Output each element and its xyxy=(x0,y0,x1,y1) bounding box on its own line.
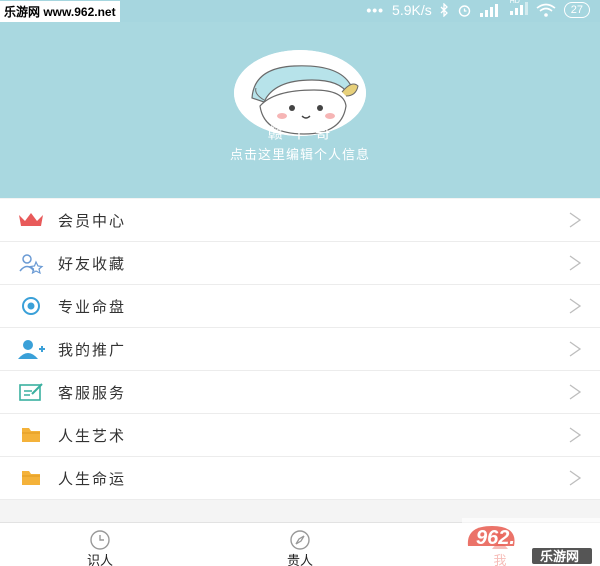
menu-item-label: 会员中心 xyxy=(58,211,127,230)
menu-item-professional-chart[interactable]: 专业命盘 xyxy=(0,285,600,328)
compass-icon xyxy=(290,530,310,550)
notification-dots: ••• xyxy=(366,2,385,18)
chevron-right-icon xyxy=(569,341,582,357)
crown-icon xyxy=(17,209,45,231)
chevron-right-icon xyxy=(569,427,582,443)
bluetooth-icon xyxy=(440,3,448,17)
folder-icon xyxy=(17,424,45,446)
edit-icon xyxy=(17,381,45,403)
chevron-right-icon xyxy=(569,298,582,314)
username[interactable]: 赣 丨 哥 xyxy=(0,122,600,143)
menu-item-label: 人生命运 xyxy=(58,469,127,488)
menu-item-label: 好友收藏 xyxy=(58,254,127,273)
battery-indicator: 27 xyxy=(563,2,590,18)
watermark-bottom-text: 乐游网 xyxy=(540,549,579,565)
network-speed: 5.9K/s xyxy=(392,2,432,18)
friends-icon xyxy=(17,252,45,274)
watermark-label: 乐游网 www.962.net xyxy=(0,1,120,22)
menu-item-customer-service[interactable]: 客服服务 xyxy=(0,371,600,414)
edit-profile-hint[interactable]: 点击这里编辑个人信息 xyxy=(0,144,600,163)
menu-item-label: 专业命盘 xyxy=(58,297,127,316)
menu-item-label: 客服服务 xyxy=(58,383,127,402)
chevron-right-icon xyxy=(569,255,582,271)
signal-hd: HD xyxy=(509,0,528,18)
tab-label: 识人 xyxy=(86,554,113,566)
folder-icon xyxy=(17,467,45,489)
hd-label: HD xyxy=(509,0,520,5)
chevron-right-icon xyxy=(569,384,582,400)
menu-item-vip-center[interactable]: 会员中心 xyxy=(0,199,600,242)
menu-item-label: 我的推广 xyxy=(58,340,127,359)
watermark-top-text: 962.NET xyxy=(476,527,557,549)
menu-list: 会员中心 好友收藏 专业命盘 我的推广 客服服务 人生艺术 人生命运 xyxy=(0,199,600,500)
watermark-logo: 962.NET 乐游网 xyxy=(462,518,600,566)
status-bar: 乐游网 www.962.net ••• 5.9K/s HD 27 xyxy=(0,0,600,22)
clock-icon xyxy=(90,530,110,550)
profile-header[interactable]: 赣 丨 哥 点击这里编辑个人信息 xyxy=(0,22,600,198)
tab-label: 贵人 xyxy=(286,554,313,566)
status-icons: ••• 5.9K/s HD 27 xyxy=(366,0,590,18)
menu-item-friends-favorites[interactable]: 好友收藏 xyxy=(0,242,600,285)
menu-item-my-promotion[interactable]: 我的推广 xyxy=(0,328,600,371)
watermark-logo-icon: 962.NET 乐游网 xyxy=(462,518,600,566)
menu-item-life-art[interactable]: 人生艺术 xyxy=(0,414,600,457)
alarm-icon xyxy=(458,4,470,17)
menu-item-label: 人生艺术 xyxy=(58,426,127,445)
eye-icon xyxy=(17,295,45,317)
add-user-icon xyxy=(17,338,45,360)
tab-identify-people[interactable]: 识人 xyxy=(40,523,160,566)
wifi-icon xyxy=(536,3,556,17)
menu-item-life-destiny[interactable]: 人生命运 xyxy=(0,457,600,500)
tab-benefactor[interactable]: 贵人 xyxy=(240,523,360,566)
chevron-right-icon xyxy=(569,470,582,486)
chevron-right-icon xyxy=(569,212,582,228)
signal-icon xyxy=(479,3,498,17)
